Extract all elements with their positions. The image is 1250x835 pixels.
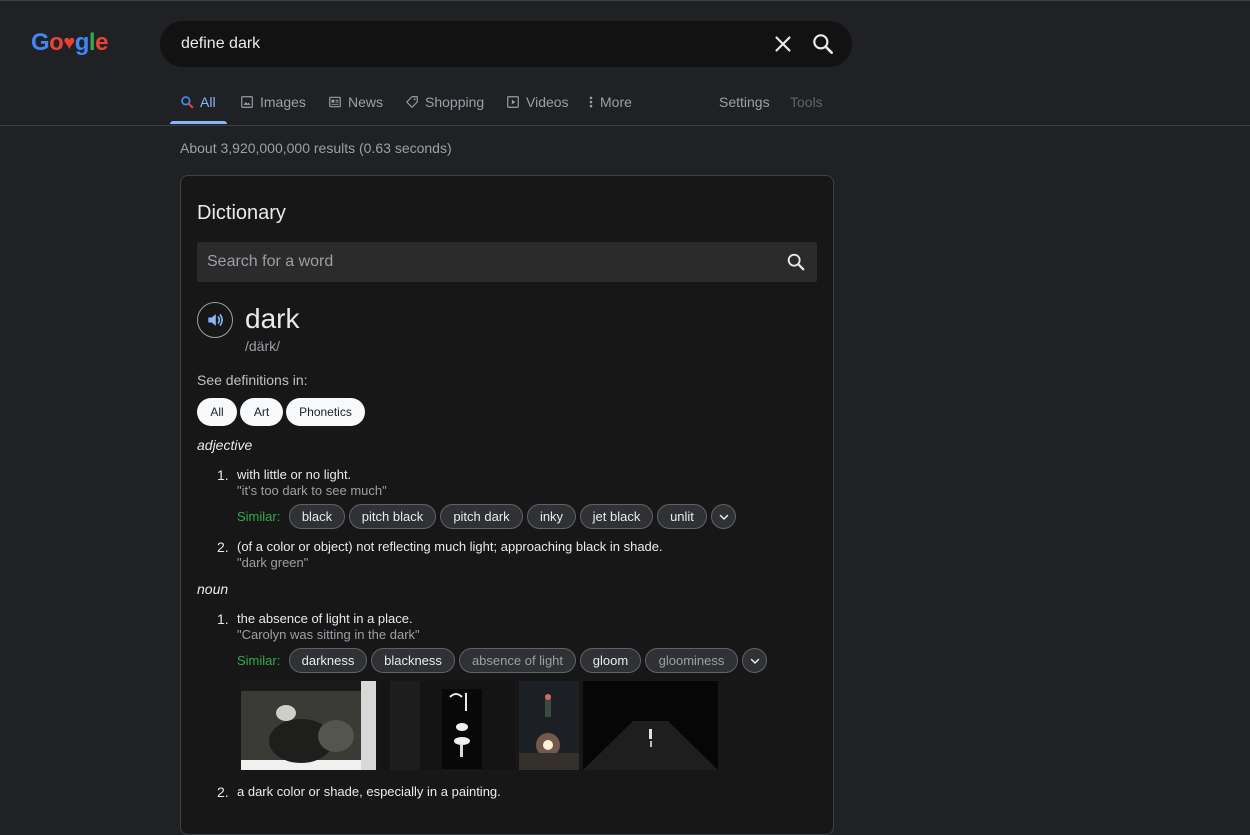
tab-label: Shopping [425, 94, 485, 110]
image-icon [241, 96, 253, 108]
tab-images[interactable]: Images [240, 86, 306, 124]
card-title: Dictionary [197, 202, 286, 224]
search-icon[interactable] [810, 31, 836, 57]
dictionary-search [197, 242, 817, 282]
definition-number: 1. [217, 467, 229, 483]
tab-label: Videos [526, 94, 569, 110]
definition-example: "dark green" [237, 555, 309, 570]
filter-chip-all[interactable]: All [197, 398, 237, 426]
similar-chip[interactable]: absence of light [459, 648, 576, 673]
part-of-speech-noun: noun [197, 581, 229, 597]
image-thumbnail[interactable] [583, 681, 718, 770]
filter-chip-phonetics[interactable]: Phonetics [286, 398, 365, 426]
expand-similar-button[interactable] [711, 504, 736, 529]
tab-label: Images [260, 94, 306, 110]
tabs-divider [0, 125, 1250, 126]
see-definitions-label: See definitions in: [197, 372, 308, 388]
definition-example: "Carolyn was sitting in the dark" [237, 627, 420, 642]
search-tabs: All Images News Shopping Videos More Set… [0, 86, 1250, 124]
definition-text: the absence of light in a place. [237, 611, 413, 626]
image-thumbnail[interactable] [380, 681, 515, 770]
chevron-down-icon [719, 514, 728, 520]
tab-label: News [348, 94, 384, 110]
definition-text: (of a color or object) not reflecting mu… [237, 539, 663, 554]
definition-number: 2. [217, 784, 229, 800]
similar-chip[interactable]: pitch black [349, 504, 436, 529]
definition-example: "it's too dark to see much" [237, 483, 387, 498]
image-thumbnail[interactable] [241, 681, 376, 770]
phonetic: /därk/ [245, 338, 281, 354]
similar-chip[interactable]: gloom [580, 648, 641, 673]
definition-text: with little or no light. [237, 467, 352, 482]
similar-chip[interactable]: blackness [371, 648, 455, 673]
tab-videos[interactable]: Videos [506, 86, 569, 124]
settings-link[interactable]: Settings [719, 86, 770, 124]
similar-chip[interactable]: gloominess [645, 648, 738, 673]
more-vert-icon [589, 96, 593, 108]
search-icon [181, 96, 194, 109]
pronunciation-button[interactable] [197, 302, 233, 338]
speaker-icon [208, 314, 223, 326]
search-bar[interactable]: define dark [160, 21, 852, 67]
filter-chip-art[interactable]: Art [240, 398, 283, 426]
image-thumbnail[interactable] [519, 681, 579, 770]
similar-chip[interactable]: pitch dark [440, 504, 523, 529]
dictionary-search-input[interactable] [197, 242, 777, 282]
results-count: About 3,920,000,000 results (0.63 second… [180, 140, 452, 156]
tab-all[interactable]: All [170, 86, 227, 124]
news-icon [329, 96, 341, 108]
similar-chip[interactable]: black [289, 504, 345, 529]
headword: dark [245, 303, 300, 334]
tag-icon [406, 96, 418, 108]
google-logo[interactable]: Go♥gle [31, 29, 108, 57]
similar-chip[interactable]: jet black [580, 504, 653, 529]
part-of-speech-adjective: adjective [197, 437, 253, 453]
tab-label: More [600, 94, 632, 110]
similar-chip[interactable]: darkness [289, 648, 367, 673]
tab-shopping[interactable]: Shopping [405, 86, 484, 124]
similar-label: Similar: [237, 509, 281, 524]
tab-news[interactable]: News [328, 86, 383, 124]
expand-similar-button[interactable] [742, 648, 767, 673]
definition-number: 1. [217, 611, 229, 627]
definition-number: 2. [217, 539, 229, 555]
similar-chip[interactable]: unlit [657, 504, 707, 529]
definition-text: a dark color or shade, especially in a p… [237, 784, 501, 799]
similar-chip[interactable]: inky [527, 504, 576, 529]
clear-icon[interactable] [770, 31, 796, 57]
search-icon[interactable] [785, 251, 807, 273]
play-icon [507, 96, 519, 108]
chevron-down-icon [750, 658, 759, 664]
tools-link[interactable]: Tools [790, 86, 823, 124]
tab-label: All [200, 94, 216, 110]
top-border [0, 0, 1250, 1]
similar-label: Similar: [237, 653, 281, 668]
search-input[interactable]: define dark [181, 35, 260, 53]
tab-more[interactable]: More [588, 86, 632, 124]
dictionary-card: Dictionary dark /därk/ See definitions i… [180, 175, 834, 835]
